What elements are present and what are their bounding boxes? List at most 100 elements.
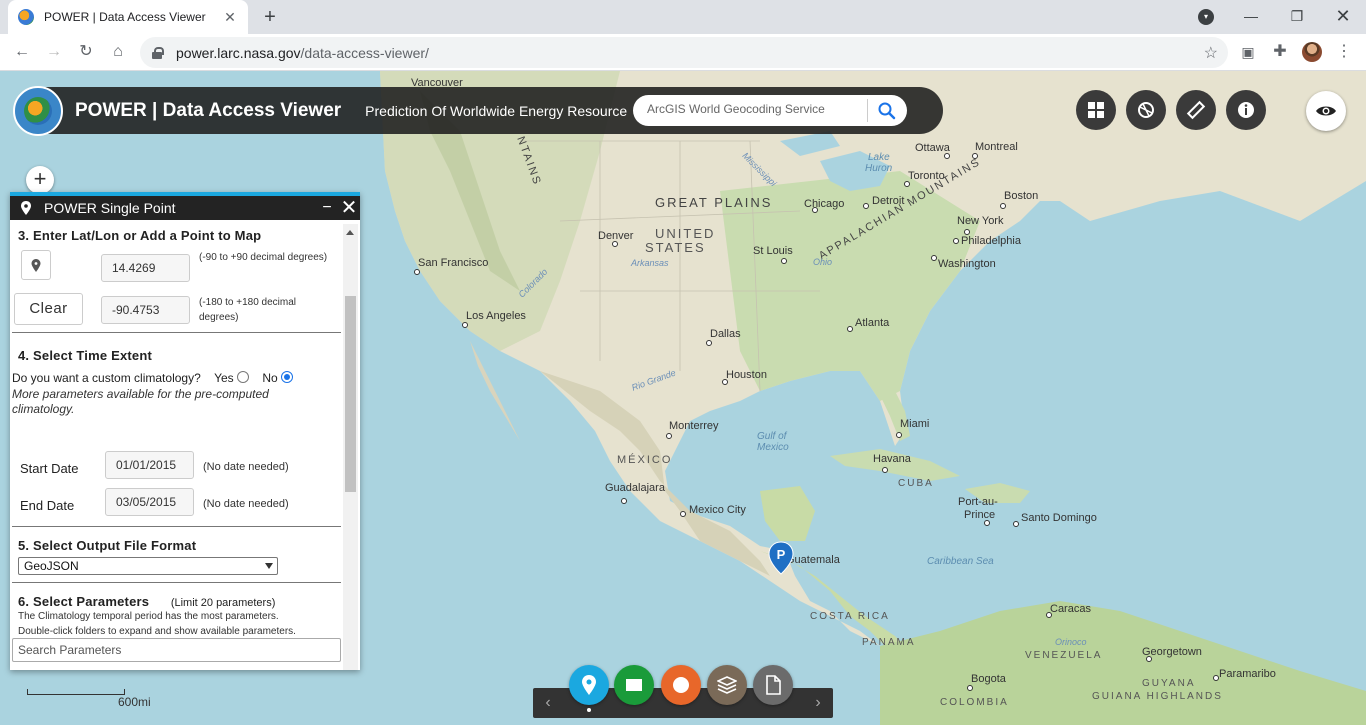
city-dot-washington — [931, 255, 937, 261]
app-header: POWER | Data Access Viewer Prediction Of… — [13, 85, 943, 136]
visibility-button[interactable] — [1306, 91, 1346, 131]
browser-tab[interactable]: POWER | Data Access Viewer ✕ — [8, 0, 248, 34]
clear-button[interactable]: Clear — [14, 293, 83, 325]
city-dot-philadelphia — [953, 238, 959, 244]
label-cuba: CUBA — [898, 478, 934, 489]
label-portauprince-2: Prince — [964, 509, 996, 521]
layers-icon — [717, 676, 737, 694]
label-havana: Havana — [873, 453, 911, 465]
scroll-up-arrow-icon[interactable] — [346, 230, 354, 235]
label-colombia: COLOMBIA — [940, 697, 1009, 708]
no-radio[interactable] — [281, 371, 294, 383]
longitude-hint: (-180 to +180 decimal degrees) — [199, 297, 297, 323]
bookmark-star-icon[interactable]: ☆ — [1204, 43, 1218, 63]
end-date-hint: (No date needed) — [203, 498, 289, 510]
scroll-thumb[interactable] — [345, 296, 356, 492]
search-parameters-input[interactable]: Search Parameters — [12, 638, 341, 662]
label-ottawa: Ottawa — [915, 142, 950, 154]
chevron-down-icon — [265, 563, 273, 569]
panel-close-button[interactable]: ✕ — [338, 198, 360, 218]
city-dot-monterrey — [666, 433, 672, 439]
section6-heading: 6. Select Parameters — [18, 594, 150, 609]
label-boston: Boston — [1004, 190, 1039, 202]
custom-climatology-row: Do you want a custom climatology? Yes No — [12, 371, 294, 385]
forward-icon[interactable]: → — [42, 40, 66, 64]
address-bar[interactable]: power.larc.nasa.gov/data-access-viewer/ … — [140, 37, 1228, 68]
label-mexico-country: MÉXICO — [617, 454, 673, 466]
label-washington: Washington — [938, 258, 996, 270]
globe-settings-button[interactable] — [1126, 90, 1166, 130]
label-denver: Denver — [598, 230, 634, 242]
section6-header-row: 6. Select Parameters (Limit 20 parameter… — [18, 594, 275, 609]
city-dot-boston — [1000, 203, 1006, 209]
close-window-button[interactable]: ✕ — [1320, 0, 1366, 34]
label-miami: Miami — [900, 418, 930, 430]
new-tab-button[interactable]: + — [258, 5, 282, 29]
zoom-in-button[interactable]: + — [26, 166, 54, 194]
custom-climatology-question: Do you want a custom climatology? — [12, 371, 201, 385]
panel-header: POWER Single Point − ✕ — [10, 196, 360, 220]
label-losangeles: Los Angeles — [466, 310, 526, 322]
single-point-tool-button[interactable] — [569, 665, 609, 705]
lock-icon[interactable] — [152, 46, 164, 59]
start-date-input[interactable]: 01/01/2015 — [105, 451, 194, 479]
no-label: No — [262, 371, 278, 385]
panel-body[interactable]: 3. Enter Lat/Lon or Add a Point to Map 1… — [10, 224, 341, 670]
regional-tool-button[interactable] — [614, 665, 654, 705]
scale-bar — [27, 689, 125, 695]
label-guadalajara: Guadalajara — [605, 482, 665, 494]
measure-button[interactable] — [1176, 90, 1216, 130]
back-icon[interactable]: ← — [10, 40, 34, 64]
region-icon — [626, 679, 642, 691]
label-great-plains: GREAT PLAINS — [655, 195, 773, 210]
tab-close-icon[interactable]: ✕ — [222, 9, 238, 26]
prev-arrow-icon[interactable]: ‹ — [533, 688, 563, 718]
layers-button[interactable] — [707, 665, 747, 705]
next-arrow-icon[interactable]: › — [803, 688, 833, 718]
climatology-note: More parameters available for the pre-co… — [12, 387, 269, 416]
city-dot-detroit — [863, 203, 869, 209]
info-icon — [1238, 102, 1254, 118]
add-point-button[interactable] — [21, 250, 51, 280]
panel-scrollbar[interactable] — [343, 224, 358, 670]
extension-icon[interactable]: ▣ — [1236, 40, 1260, 64]
label-united: UNITED — [655, 226, 716, 241]
geocode-search-input[interactable]: ArcGIS World Geocoding Service — [647, 102, 825, 116]
home-icon[interactable]: ⌂ — [106, 40, 130, 64]
browser-tabstrip: POWER | Data Access Viewer ✕ + ▾ — ❐ ✕ — [0, 0, 1366, 34]
panel-minimize-button[interactable]: − — [316, 199, 338, 217]
reload-icon[interactable]: ↻ — [74, 40, 98, 64]
minimize-button[interactable]: — — [1228, 0, 1274, 34]
menu-icon[interactable]: ⋮ — [1332, 40, 1356, 64]
basemap-grid-button[interactable] — [1076, 90, 1116, 130]
longitude-input[interactable]: -90.4753 — [101, 296, 190, 324]
restore-button[interactable]: ❐ — [1274, 0, 1320, 34]
label-arkansas: Arkansas — [631, 258, 669, 268]
label-gulf-mexico: Mexico — [757, 442, 789, 453]
label-guiana-highlands: GUIANA HIGHLANDS — [1092, 691, 1223, 702]
documents-button[interactable] — [753, 665, 793, 705]
info-button[interactable] — [1226, 90, 1266, 130]
eye-icon — [1316, 106, 1336, 116]
profile-avatar[interactable] — [1302, 42, 1322, 62]
global-tool-button[interactable] — [661, 665, 701, 705]
parameter-limit: (Limit 20 parameters) — [170, 597, 276, 609]
label-chicago: Chicago — [804, 198, 845, 210]
label-atlanta: Atlanta — [855, 317, 890, 329]
puzzle-icon[interactable]: ✚ — [1268, 40, 1292, 64]
geocode-search[interactable]: ArcGIS World Geocoding Service — [633, 95, 907, 126]
city-dot-sanfrancisco — [414, 269, 420, 275]
city-dot-atlanta — [847, 326, 853, 332]
city-dot-mexicocity — [680, 511, 686, 517]
app-subtitle: Prediction Of Worldwide Energy Resource — [365, 102, 628, 119]
output-format-select[interactable]: GeoJSON — [18, 557, 278, 575]
power-logo-icon[interactable] — [13, 85, 63, 136]
output-format-value: GeoJSON — [24, 559, 79, 573]
latitude-input[interactable]: 14.4269 — [101, 254, 190, 282]
search-icon[interactable] — [877, 101, 897, 121]
end-date-input[interactable]: 03/05/2015 — [105, 488, 194, 516]
city-dot-miami — [896, 432, 902, 438]
yes-radio[interactable] — [237, 371, 250, 383]
location-marker-icon[interactable]: P — [768, 541, 794, 575]
tab-search-icon[interactable]: ▾ — [1198, 9, 1214, 25]
